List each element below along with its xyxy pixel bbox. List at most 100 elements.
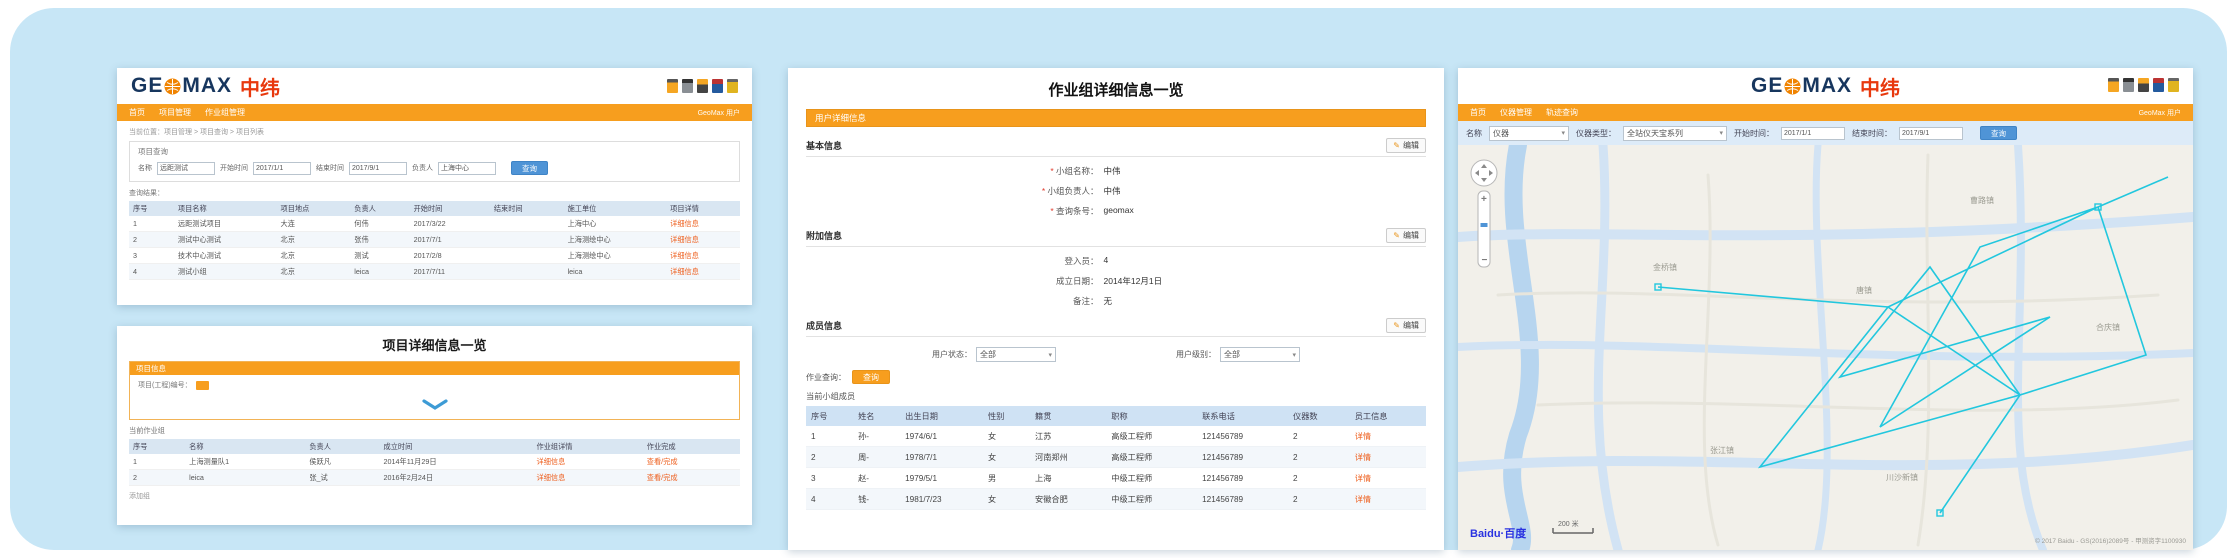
section-title: 基本信息 xyxy=(806,139,842,152)
nav-item-projects[interactable]: 项目管理 xyxy=(159,107,191,118)
row-link[interactable]: 详细信息 xyxy=(666,264,740,280)
nav-item-tracks[interactable]: 轨迹查询 xyxy=(1546,107,1578,118)
column-header: 联系电话 xyxy=(1197,406,1288,426)
field-label: 成立日期： xyxy=(979,275,1099,287)
end-date-input[interactable] xyxy=(349,162,407,175)
owner-input[interactable] xyxy=(438,162,496,175)
panel-project-list: GE MAX 中纬 首页 项目管理 作业组管理 GeoMax 用户 当前位置： xyxy=(117,68,752,305)
section-title: 附加信息 xyxy=(806,229,842,242)
instrument-icon xyxy=(682,79,693,93)
section-title: 成员信息 xyxy=(806,319,842,332)
column-header: 职称 xyxy=(1106,406,1197,426)
search-button[interactable]: 查询 xyxy=(511,161,548,175)
column-header: 项目名称 xyxy=(174,201,277,216)
project-table: 序号项目名称项目地点负责人开始时间结束时间施工单位项目详情1远距测试项目大连何伟… xyxy=(129,201,740,280)
instrument-icon xyxy=(2153,78,2164,92)
table-cell: 赵- xyxy=(853,468,900,489)
nav-item-instruments[interactable]: 仪器管理 xyxy=(1500,107,1532,118)
edit-basic-button[interactable]: ✎ 编辑 xyxy=(1386,138,1426,153)
table-row: 1上海测量队1侯跃凡2014年11月29日详细信息查看/完成 xyxy=(129,454,740,470)
map-viewport[interactable]: 金桥镇 唐镇 曹路镇 张江镇 川沙新镇 合庆镇 + − xyxy=(1458,145,2193,550)
nav-item-home[interactable]: 首页 xyxy=(129,107,145,118)
map-attribution: © 2017 Baidu - GS(2016)2089号 - 甲测资字11009… xyxy=(2035,536,2186,545)
logo-text-max: MAX xyxy=(182,74,232,98)
start-date-input[interactable] xyxy=(1781,127,1845,140)
row-link[interactable]: 详细信息 xyxy=(666,248,740,264)
nav-item-home[interactable]: 首页 xyxy=(1470,107,1486,118)
table-cell: leica xyxy=(350,264,409,280)
project-search-panel: 项目查询 名称 开始时间 结束时间 负责人 查询 xyxy=(129,141,740,182)
table-row: 1远距测试项目大连何伟2017/3/22上海中心详细信息 xyxy=(129,216,740,232)
caret-down-icon: ▾ xyxy=(1719,129,1723,137)
row-link[interactable]: 详情 xyxy=(1350,426,1426,447)
table-cell: 女 xyxy=(983,447,1030,468)
nav-user-label: GeoMax 用户 xyxy=(2139,108,2181,118)
current-group-label: 当前作业组 xyxy=(129,426,740,436)
table-cell: 2017/7/1 xyxy=(410,232,490,248)
survey-track xyxy=(1658,287,2020,513)
main-nav: 首页 仪器管理 轨迹查询 GeoMax 用户 xyxy=(1458,104,2193,121)
nav-user-label: GeoMax 用户 xyxy=(698,108,740,118)
column-header: 仪器数 xyxy=(1288,406,1350,426)
table-cell: 上海 xyxy=(1030,468,1106,489)
instrument-select[interactable]: 仪器 ▾ xyxy=(1489,126,1569,141)
user-level-select[interactable]: 全部 ▾ xyxy=(1220,347,1300,362)
name-input[interactable] xyxy=(157,162,215,175)
end-date-input[interactable] xyxy=(1899,127,1963,140)
row-link[interactable]: 详情 xyxy=(1350,489,1426,510)
edit-label: 编辑 xyxy=(1403,230,1419,241)
table-cell: 2 xyxy=(806,447,853,468)
map-label: 合庆镇 xyxy=(2096,322,2120,332)
column-header: 姓名 xyxy=(853,406,900,426)
user-status-select[interactable]: 全部 ▾ xyxy=(976,347,1056,362)
add-group-link[interactable]: 添加组 xyxy=(129,491,740,501)
row-link[interactable]: 查看/完成 xyxy=(643,470,740,486)
zoom-in-icon[interactable]: + xyxy=(1481,194,1487,205)
table-cell: 女 xyxy=(983,426,1030,447)
table-row: 2测试中心测试北京张伟2017/7/1上海测绘中心详细信息 xyxy=(129,232,740,248)
instrument-icon xyxy=(712,79,723,93)
instrument-type-select[interactable]: 全站仪天宝系列 ▾ xyxy=(1623,126,1727,141)
row-link[interactable]: 详情 xyxy=(1350,447,1426,468)
start-date-input[interactable] xyxy=(253,162,311,175)
row-link[interactable]: 详细信息 xyxy=(533,470,643,486)
row-link[interactable]: 详细信息 xyxy=(666,232,740,248)
column-header: 序号 xyxy=(129,439,185,454)
table-cell: 3 xyxy=(129,248,174,264)
column-header: 负责人 xyxy=(305,439,379,454)
edit-label: 编辑 xyxy=(1403,320,1419,331)
caret-down-icon: ▾ xyxy=(1292,351,1296,359)
edit-members-button[interactable]: ✎ 编辑 xyxy=(1386,318,1426,333)
user-level-filter: 用户级别： 全部 ▾ xyxy=(1176,347,1300,362)
panel-project-detail: 项目详细信息一览 项目信息 项目(工程)编号： 当前作业组 序号名称负责人成立时… xyxy=(117,326,752,525)
table-cell: 钱- xyxy=(853,489,900,510)
row-link[interactable]: 详细信息 xyxy=(533,454,643,470)
geomax-logo: GE MAX 中纬 xyxy=(1751,72,1900,101)
table-cell: 张伟 xyxy=(350,232,409,248)
map-pan-control[interactable] xyxy=(1471,160,1497,186)
row-link[interactable]: 查看/完成 xyxy=(643,454,740,470)
table-cell: 3 xyxy=(806,468,853,489)
table-cell: 2017/7/11 xyxy=(410,264,490,280)
row-link[interactable]: 详细信息 xyxy=(666,216,740,232)
map-zoom-slider[interactable]: + − xyxy=(1478,191,1490,267)
row-link[interactable]: 详情 xyxy=(1350,468,1426,489)
zoom-out-icon[interactable]: − xyxy=(1482,255,1488,266)
instrument-icon xyxy=(727,79,738,93)
table-cell: leica xyxy=(564,264,667,280)
table-cell: 周- xyxy=(853,447,900,468)
pencil-icon: ✎ xyxy=(1393,231,1400,240)
edit-extra-button[interactable]: ✎ 编辑 xyxy=(1386,228,1426,243)
table-cell: 4 xyxy=(129,264,174,280)
map-label: 唐镇 xyxy=(1856,285,1872,295)
owner-field-label: 负责人 xyxy=(412,163,433,173)
zoom-slider-handle[interactable] xyxy=(1481,223,1488,227)
nav-item-groups[interactable]: 作业组管理 xyxy=(205,107,245,118)
member-query-button[interactable]: 查询 xyxy=(852,370,890,384)
expand-chevron-icon[interactable] xyxy=(422,397,448,415)
column-header: 出生日期 xyxy=(900,406,983,426)
map-canvas: 金桥镇 唐镇 曹路镇 张江镇 川沙新镇 合庆镇 + − xyxy=(1458,145,2193,550)
map-search-button[interactable]: 查询 xyxy=(1980,126,2017,140)
project-number-edit-button[interactable] xyxy=(196,381,209,390)
field-member-count: 登入员： 4 xyxy=(806,255,1426,267)
